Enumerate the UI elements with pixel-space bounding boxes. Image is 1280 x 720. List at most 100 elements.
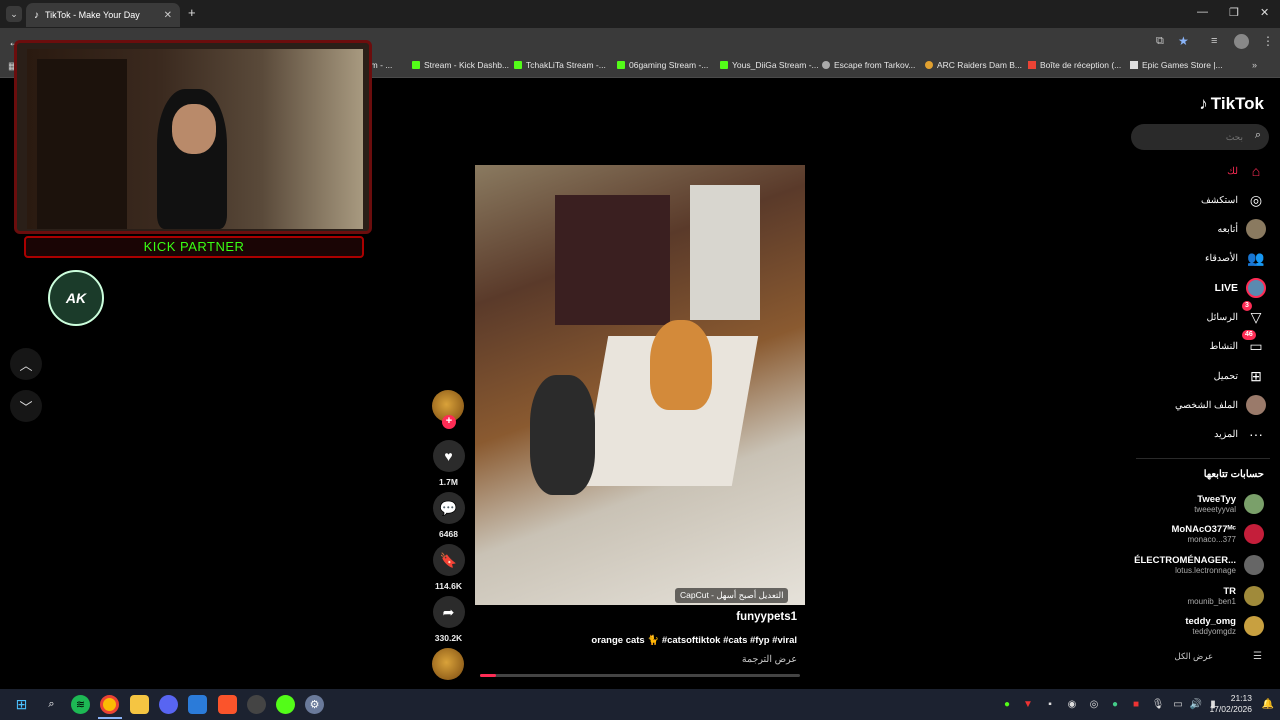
- bookmark-label: Stream - Kick Dashb...: [424, 60, 510, 70]
- profile-avatar[interactable]: [1234, 34, 1249, 49]
- steam-icon[interactable]: ◎: [1088, 698, 1100, 710]
- discord-icon[interactable]: [159, 695, 178, 714]
- follow-button[interactable]: +: [442, 415, 456, 429]
- tab-search-icon[interactable]: ⌄: [6, 6, 22, 22]
- spotify-icon[interactable]: ≋: [71, 695, 90, 714]
- file-explorer-icon[interactable]: [130, 695, 149, 714]
- microphone-muted-icon[interactable]: ▼: [1022, 698, 1034, 710]
- bookmark-item[interactable]: TchakLiTa Stream -...: [514, 60, 606, 70]
- followed-account[interactable]: MoNAcO377ᴹᶜ monaco...377: [1172, 522, 1264, 546]
- see-translation-link[interactable]: عرض الترجمة: [742, 654, 797, 665]
- bookmark-label: ARC Raiders Dam B...: [937, 60, 1023, 70]
- search-icon[interactable]: ⌕: [42, 695, 61, 714]
- account-username: monaco...377: [1187, 535, 1236, 544]
- account-username: lotus.lectronnage: [1175, 566, 1236, 575]
- tray-app-icon[interactable]: ●: [1109, 698, 1121, 710]
- followed-account[interactable]: TweeTyy tweeetyyval: [1194, 492, 1264, 516]
- video-progress-fill: [480, 674, 496, 677]
- nav-following[interactable]: أتابعه: [1218, 218, 1266, 240]
- bookmark-item[interactable]: Boîte de réception (...: [1028, 60, 1121, 70]
- video-scene-black-cat: [530, 375, 595, 495]
- clock[interactable]: 21:13 17/02/2026: [1209, 693, 1252, 715]
- like-button[interactable]: ♥ 1.7M: [432, 440, 465, 487]
- nav-activity[interactable]: النشاط ▭ 46: [1209, 330, 1266, 357]
- bookmark-item[interactable]: Stream - Kick Dashb...: [412, 60, 509, 70]
- notifications-icon[interactable]: 🔔: [1262, 698, 1274, 710]
- cast-icon[interactable]: ⧉: [1156, 35, 1164, 48]
- tray-app-icon[interactable]: ◉: [1066, 698, 1078, 710]
- tray-app-icon[interactable]: ▪: [1044, 698, 1056, 710]
- search-box[interactable]: ⌕: [1131, 124, 1269, 150]
- nav-live[interactable]: LIVE: [1215, 277, 1266, 299]
- previous-video-button[interactable]: ︿: [10, 348, 42, 380]
- bookmark-item[interactable]: ARC Raiders Dam B...: [925, 60, 1022, 70]
- nav-label: المزيد: [1214, 428, 1238, 440]
- share-button[interactable]: ➦ 330.2K: [432, 596, 465, 643]
- bookmark-item[interactable]: Escape from Tarkov...: [822, 60, 915, 70]
- network-icon[interactable]: ▭: [1172, 698, 1184, 710]
- inbox-icon: ▭ 46: [1242, 330, 1266, 356]
- close-window-icon[interactable]: ✕: [1260, 6, 1269, 19]
- close-tab-icon[interactable]: ✕: [164, 10, 172, 21]
- tiktok-note-icon: ♪: [1199, 94, 1208, 113]
- ak-logo-text: AK: [65, 290, 87, 306]
- chrome-icon[interactable]: [100, 695, 119, 714]
- nav-explore[interactable]: استكشف ◎: [1201, 189, 1266, 211]
- more-bookmarks-icon[interactable]: »: [1252, 60, 1257, 70]
- profile-avatar: [1246, 395, 1266, 415]
- see-all-link[interactable]: عرض الكل ☰: [1175, 651, 1262, 662]
- nav-label: الملف الشخصي: [1175, 399, 1238, 411]
- tiktok-logo-text: TikTok: [1210, 94, 1264, 113]
- comment-button[interactable]: 💬 6468: [432, 492, 465, 539]
- bookmark-star-icon[interactable]: ★: [1178, 34, 1189, 48]
- menu-icon[interactable]: ⋮: [1262, 34, 1274, 48]
- streamer-face: [172, 104, 216, 154]
- volume-icon[interactable]: 🔊: [1190, 698, 1202, 710]
- followed-account[interactable]: teddy_omg teddyomgdz: [1185, 614, 1264, 638]
- webcam-overlay: KICK PARTNER: [14, 40, 372, 264]
- restore-icon[interactable]: ❐: [1229, 6, 1239, 19]
- tray-app-icon[interactable]: ■: [1130, 698, 1142, 710]
- microphone-icon[interactable]: 🎙: [1152, 698, 1165, 710]
- plus-icon[interactable]: +: [188, 5, 196, 20]
- nav-for-you[interactable]: لك ⌂: [1227, 160, 1266, 182]
- nav-friends[interactable]: الأصدقاء 👥: [1205, 247, 1266, 269]
- video-scene-door: [690, 185, 760, 320]
- bookmark-item[interactable]: Epic Games Store |...: [1130, 60, 1223, 70]
- kick-icon: [720, 61, 728, 69]
- windows-start-icon[interactable]: ⊞: [12, 695, 31, 714]
- photos-icon[interactable]: [188, 695, 207, 714]
- nav-more[interactable]: المزيد ···: [1214, 423, 1266, 445]
- tiktok-logo[interactable]: ♪ TikTok: [1199, 94, 1264, 114]
- brave-icon[interactable]: [218, 695, 237, 714]
- bookmark-item[interactable]: Yous_DiiGa Stream -...: [720, 60, 819, 70]
- nav-upload[interactable]: تحميل ⊞: [1214, 365, 1266, 387]
- home-icon: ⌂: [1251, 163, 1261, 179]
- tab-tiktok[interactable]: ♪ TikTok - Make Your Day ✕: [26, 3, 180, 27]
- nav-label: استكشف: [1200, 194, 1238, 206]
- search-icon[interactable]: ⌕: [1255, 129, 1261, 142]
- nav-messages[interactable]: الرسائل ▽ 3: [1207, 301, 1266, 328]
- bookmark-item[interactable]: 06gaming Stream -...: [617, 60, 708, 70]
- capcut-label[interactable]: CapCut - التعديل أصبح أسهل: [675, 588, 789, 603]
- minimize-icon[interactable]: —: [1197, 6, 1208, 18]
- kick-icon: [412, 61, 420, 69]
- settings-icon[interactable]: ⚙: [305, 695, 324, 714]
- video-progress-bar[interactable]: [480, 674, 800, 677]
- tiktok-favicon-icon: ♪: [34, 9, 39, 21]
- music-disc-button[interactable]: [432, 648, 465, 680]
- followed-account[interactable]: ÉLECTROMÉNAGER... lotus.lectronnage: [1134, 553, 1264, 577]
- account-name: TR: [1223, 586, 1236, 597]
- kick-tray-icon[interactable]: ●: [1001, 698, 1013, 710]
- video-author[interactable]: funyypets1: [736, 611, 797, 623]
- nav-profile[interactable]: الملف الشخصي: [1175, 394, 1266, 416]
- followed-account[interactable]: TR mounib_ben1: [1188, 584, 1264, 608]
- nav-label: الأصدقاء: [1204, 252, 1238, 264]
- reading-list-icon[interactable]: ≡: [1211, 35, 1217, 47]
- obs-icon[interactable]: [247, 695, 266, 714]
- upload-icon: ⊞: [1250, 367, 1262, 384]
- search-input[interactable]: [1141, 128, 1243, 146]
- next-video-button[interactable]: ﹀: [10, 390, 42, 422]
- save-button[interactable]: 🔖 114.6K: [432, 544, 465, 591]
- kick-app-icon[interactable]: [276, 695, 295, 714]
